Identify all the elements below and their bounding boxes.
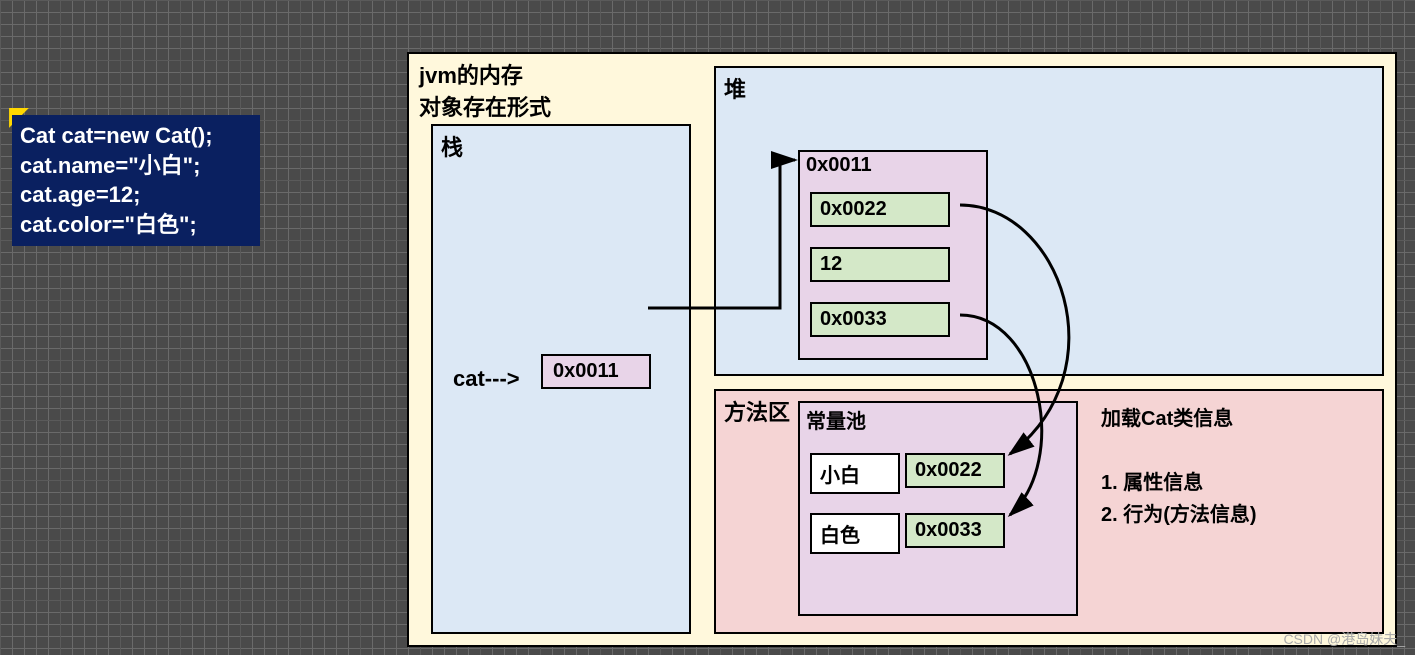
field-color-ref: 0x0033 [810,302,950,337]
watermark: CSDN @港岛妹夫_ [1283,629,1405,649]
code-line: Cat cat=new Cat(); [20,121,252,151]
method-area-region: 方法区 常量池 小白 0x0022 白色 0x0033 加载Cat类信息 1. … [714,389,1384,634]
field-age-value: 12 [810,247,950,282]
constant-pool-title: 常量池 [806,405,866,434]
heap-region: 堆 0x0011 0x0022 12 0x0033 [714,66,1384,376]
pool-entry-value: 小白 [810,453,900,494]
stack-title: 栈 [441,130,463,162]
code-line: cat.name="小白"; [20,151,252,181]
code-line: cat.age=12; [20,180,252,210]
heap-object: 0x0011 0x0022 12 0x0033 [798,150,988,360]
pool-entry-address: 0x0033 [905,513,1005,548]
class-info-heading: 加载Cat类信息 [1101,403,1257,435]
class-info: 加载Cat类信息 1. 属性信息 2. 行为(方法信息) [1101,403,1257,531]
code-snippet: Cat cat=new Cat(); cat.name="小白"; cat.ag… [12,115,260,246]
diagram-title: jvm的内存 对象存在形式 [419,58,551,122]
pool-entry-address: 0x0022 [905,453,1005,488]
heap-title: 堆 [724,72,746,104]
constant-pool: 常量池 小白 0x0022 白色 0x0033 [798,401,1078,616]
method-area-title: 方法区 [724,395,790,427]
class-info-item: 1. 属性信息 [1101,467,1257,499]
field-name-ref: 0x0022 [810,192,950,227]
jvm-memory-diagram: jvm的内存 对象存在形式 栈 cat---> 0x0011 堆 0x0011 … [407,52,1397,647]
stack-region: 栈 cat---> 0x0011 [431,124,691,634]
variable-label: cat---> [453,366,520,392]
object-address: 0x0011 [806,154,872,177]
pool-entry-value: 白色 [810,513,900,554]
code-line: cat.color="白色"; [20,210,252,240]
class-info-item: 2. 行为(方法信息) [1101,499,1257,531]
stack-address-box: 0x0011 [541,354,651,389]
